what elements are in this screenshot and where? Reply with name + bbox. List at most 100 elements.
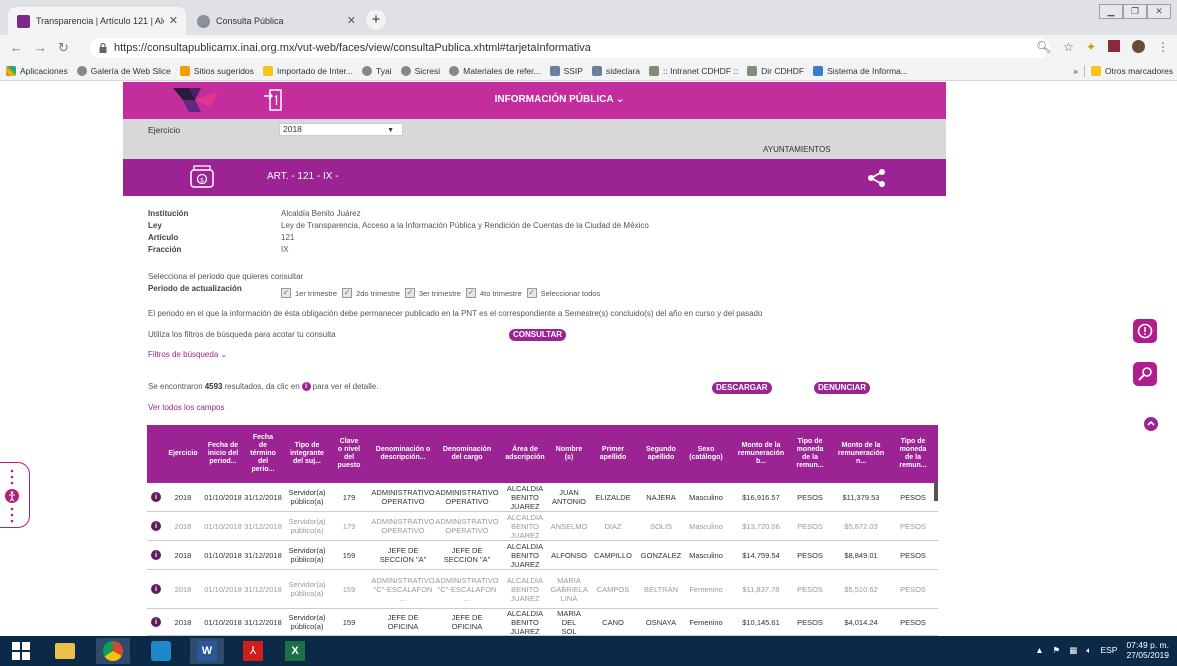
bookmark-sicresi[interactable]: Sicresi xyxy=(400,65,440,76)
bookmark-otros[interactable]: Otros marcadores xyxy=(1090,66,1173,76)
menu-icon[interactable]: ⋮ xyxy=(1157,40,1169,54)
col-clave-puesto[interactable]: Clave o nivel del puesto xyxy=(335,425,363,483)
forward-icon[interactable]: → xyxy=(34,40,47,55)
pdf-extension-icon[interactable] xyxy=(1108,40,1120,52)
bookmark-tyai[interactable]: Tyai xyxy=(362,65,392,76)
col-area-adscripcion[interactable]: Área de adscripción xyxy=(499,425,551,483)
maximize-icon[interactable]: ❐ xyxy=(1123,4,1147,19)
flag-icon[interactable]: ⚑ xyxy=(1053,645,1061,656)
col-segundo-apellido[interactable]: Segundo apellido xyxy=(641,425,681,483)
denunciar-button[interactable]: DENUNCIAR xyxy=(814,382,870,394)
bookmarks-right: » Otros marcadores xyxy=(1073,65,1173,77)
col-fecha-termino[interactable]: Fecha de término del perio... xyxy=(247,425,279,483)
taskbar-word[interactable]: W xyxy=(190,638,224,664)
bookmark-materiales[interactable]: Materiales de refer... xyxy=(449,65,541,76)
taskbar-explorer[interactable] xyxy=(48,638,82,664)
back-icon[interactable]: ← xyxy=(10,40,23,55)
reload-icon[interactable]: ↻ xyxy=(58,40,69,56)
col-fecha-inicio[interactable]: Fecha de inicio del period... xyxy=(205,425,241,483)
taskbar-acrobat[interactable]: ⅄ xyxy=(236,638,270,664)
bookmark-sitios[interactable]: Sitios sugeridos xyxy=(179,65,254,76)
descargar-button[interactable]: DESCARGAR xyxy=(712,382,772,394)
bookmark-ssip[interactable]: SSIP xyxy=(549,65,583,76)
info-icon[interactable]: i xyxy=(151,550,161,560)
table-cell: Servidor(a) público(a) xyxy=(288,517,326,535)
bookmark-aplicaciones[interactable]: Aplicaciones xyxy=(6,65,68,76)
col-denominacion-descripcion[interactable]: Denominación o descripción... xyxy=(371,425,435,483)
table-cell: 31/12/2018 xyxy=(244,617,282,627)
extension-icon[interactable]: ✦ xyxy=(1086,40,1096,54)
alert-button[interactable] xyxy=(1133,319,1157,343)
check-1er-trimestre[interactable]: ✓ 1er trimestre xyxy=(281,288,337,298)
windows-taskbar: W ⅄ X ▲ ⚑ ▦ 🔈︎ ESP 07:49 p. m. 27/05/201… xyxy=(0,636,1177,666)
taskbar-excel[interactable]: X xyxy=(278,638,312,664)
bookmark-dir-cdhdf[interactable]: Dir CDHDF xyxy=(747,65,804,76)
table-scrollbar[interactable] xyxy=(934,483,938,501)
col-monto-neto[interactable]: Monto de la remuneración n... xyxy=(835,425,887,483)
col-sexo[interactable]: Sexo (catálogo) xyxy=(687,425,725,483)
check-3er-trimestre[interactable]: ✓ 3er trimestre xyxy=(404,288,461,298)
start-button[interactable] xyxy=(4,638,38,664)
bookmark-sideclara[interactable]: sideclara xyxy=(591,65,640,76)
table-row[interactable]: i 2018 01/10/2018 31/12/2018 Servidor(a) púb… xyxy=(147,512,938,541)
consultar-button[interactable]: CONSULTAR xyxy=(509,329,567,341)
col-tipo-integrante[interactable]: Tipo de integrante del suj... xyxy=(287,425,327,483)
col-ejercicio[interactable]: Ejercicio xyxy=(167,425,199,483)
network-icon[interactable]: ▦ xyxy=(1069,645,1077,656)
bookmark-intranet[interactable]: :: Intranet CDHDF :: xyxy=(649,65,738,76)
close-window-icon[interactable]: ✕ xyxy=(1147,4,1171,19)
info-publica-menu[interactable]: INFORMACIÓN PÚBLICA ⌄ xyxy=(123,94,946,105)
col-primer-apellido[interactable]: Primer apellido xyxy=(593,425,633,483)
col-denominacion-cargo[interactable]: Denominación del cargo xyxy=(437,425,497,483)
close-icon[interactable]: ✕ xyxy=(347,14,356,27)
share-icon[interactable] xyxy=(867,168,887,188)
new-tab-button[interactable]: + xyxy=(366,10,386,30)
bookmarks-overflow-icon[interactable]: » xyxy=(1073,66,1078,76)
table-row[interactable]: i 2018 01/10/2018 31/12/2018 Servidor(a) púb… xyxy=(147,483,938,512)
star-icon[interactable]: ☆ xyxy=(1063,40,1074,54)
show-hidden-icon[interactable]: ▲ xyxy=(1035,645,1043,655)
svg-text:$: $ xyxy=(200,177,204,184)
taskbar-teams[interactable] xyxy=(144,638,178,664)
info-icon[interactable]: i xyxy=(151,492,161,502)
col-moneda-bruto[interactable]: Tipo de moneda de la remun... xyxy=(792,425,828,483)
close-icon[interactable]: ✕ xyxy=(169,14,178,27)
col-monto-bruto[interactable]: Monto de la remuneración b... xyxy=(733,425,789,483)
table-row[interactable]: i 2018 01/10/2018 31/12/2018 Servidor(a) púb… xyxy=(147,570,938,609)
info-icon: i xyxy=(301,382,311,391)
tab-consulta-publica[interactable]: Consulta Pública ✕ xyxy=(188,7,364,35)
table-row[interactable]: i 2018 01/10/2018 31/12/2018 Servidor(a) púb… xyxy=(147,609,938,636)
col-moneda-neto[interactable]: Tipo de moneda de la remun... xyxy=(895,425,931,483)
clock-time: 07:49 p. m. xyxy=(1126,640,1169,650)
ejercicio-select[interactable]: 2018 ▼ xyxy=(279,123,403,136)
table-row[interactable]: i 2018 01/10/2018 31/12/2018 Servidor(a) púb… xyxy=(147,541,938,570)
volume-icon[interactable]: 🔈︎ xyxy=(1086,645,1091,656)
table-cell: 01/10/2018 xyxy=(204,550,242,560)
info-icon[interactable]: i xyxy=(151,617,161,627)
tools-button[interactable] xyxy=(1133,362,1157,386)
language-indicator[interactable]: ESP xyxy=(1100,645,1117,655)
profile-avatar[interactable] xyxy=(1132,40,1145,53)
bookmark-importado[interactable]: Importado de Inter... xyxy=(262,65,353,76)
taskbar-chrome[interactable] xyxy=(96,638,130,664)
table-cell: PESOS xyxy=(797,550,823,560)
info-icon[interactable]: i xyxy=(151,521,161,531)
filtros-busqueda-link[interactable]: Filtros de búsqueda ⌄ xyxy=(148,350,227,359)
zoom-icon[interactable]: 🔍︎ xyxy=(1036,40,1051,54)
check-seleccionar-todos[interactable]: ✓ Seleccionar todos xyxy=(526,288,600,298)
check-2do-trimestre[interactable]: ✓ 2do trimestre xyxy=(342,288,400,298)
minimize-icon[interactable]: ▁ xyxy=(1099,4,1123,19)
check-4to-trimestre[interactable]: ✓ 4to trimestre xyxy=(465,288,522,298)
ver-todos-campos-link[interactable]: Ver todos los campos xyxy=(148,403,224,412)
table-cell: PESOS xyxy=(900,584,926,594)
scroll-top-icon[interactable] xyxy=(1144,417,1158,431)
accessibility-toolbar[interactable] xyxy=(0,462,30,528)
url-field[interactable]: https://consultapublicamx.inai.org.mx/vu… xyxy=(90,38,1050,58)
clock[interactable]: 07:49 p. m. 27/05/2019 xyxy=(1126,640,1169,660)
tab-transparencia[interactable]: Transparencia | Artículo 121 | Alc ✕ xyxy=(8,7,186,35)
info-icon[interactable]: i xyxy=(151,584,161,594)
bookmark-sistema[interactable]: Sistema de Informa... xyxy=(813,65,908,76)
col-nombre[interactable]: Nombre (s) xyxy=(553,425,585,483)
table-cell: ALCALDIA BENITO JUAREZ xyxy=(506,575,544,603)
bookmark-web-slice[interactable]: Galería de Web Slice xyxy=(76,65,171,76)
